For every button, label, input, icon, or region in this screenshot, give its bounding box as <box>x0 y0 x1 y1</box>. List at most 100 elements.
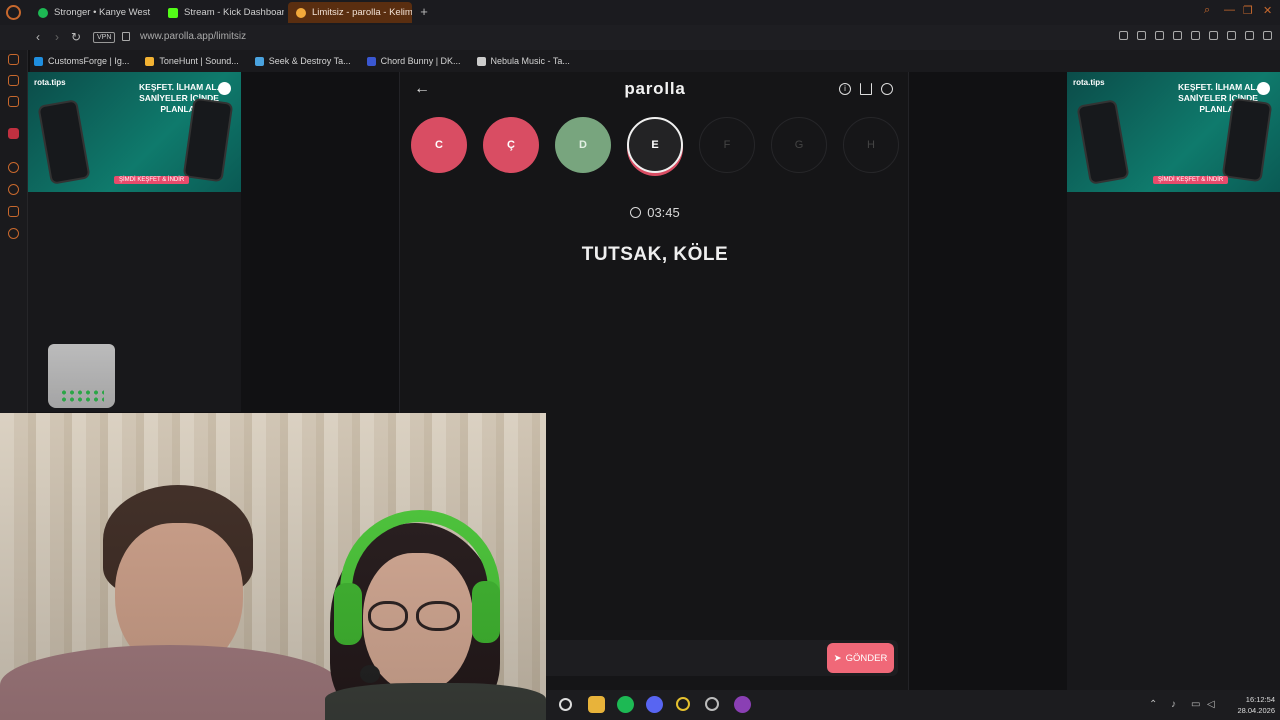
bookmark-icon <box>145 56 155 66</box>
letter-c-cedilla: Ç <box>483 117 539 173</box>
file-explorer-icon[interactable] <box>588 696 605 713</box>
system-clock[interactable]: 16:12:54 28.04.2026 <box>1227 694 1275 716</box>
url-domain: www.parolla.app <box>140 31 214 42</box>
tab-kick[interactable]: Stream - Kick Dashboard <box>160 2 284 23</box>
app-logo: parolla <box>624 79 686 98</box>
extensions-icon[interactable] <box>1227 31 1236 40</box>
stats-icon[interactable] <box>860 83 872 95</box>
search-icon[interactable] <box>559 698 572 711</box>
url-field[interactable]: www.parolla.app/limitsiz <box>140 31 246 42</box>
settings-icon[interactable] <box>8 228 19 239</box>
bookmark-label: ToneHunt | Sound... <box>159 56 239 66</box>
vpn-badge[interactable]: VPN <box>93 32 116 43</box>
send-icon: ➤ <box>833 652 842 664</box>
bookmark-customsforge[interactable]: CustomsForge | Ig... <box>34 56 137 66</box>
forward-icon[interactable]: › <box>55 30 59 44</box>
webcam-shade <box>0 413 546 720</box>
opera-logo-icon[interactable] <box>6 5 21 20</box>
new-tab-button[interactable]: + <box>417 5 431 19</box>
bookmark-icon <box>366 56 376 66</box>
url-path: /limitsiz <box>213 31 247 42</box>
ad-banner-left[interactable]: rota.tips KEŞFET. İLHAM AL. SANİYELER İÇ… <box>28 72 241 192</box>
clock-icon <box>630 207 642 218</box>
back-icon[interactable]: ‹ <box>36 30 40 44</box>
parolla-icon <box>296 7 306 18</box>
bookmark-tonehunt[interactable]: ToneHunt | Sound... <box>145 56 246 66</box>
tab-parolla[interactable]: Limitsiz - parolla - Kelime <box>288 2 412 23</box>
tab-spotify[interactable]: Stronger • Kanye West <box>30 2 156 23</box>
lock-icon[interactable] <box>122 32 130 41</box>
phone-image <box>1076 99 1130 185</box>
tray-chevron-icon[interactable]: ⌃ <box>1149 699 1157 710</box>
translate-icon[interactable] <box>1173 31 1182 40</box>
workspace-icon[interactable] <box>8 54 19 65</box>
letter-wheel: C Ç D E F G H <box>411 117 901 177</box>
letter-g: G <box>771 117 827 173</box>
maximize-icon[interactable]: ❐ <box>1243 4 1253 17</box>
discord-icon[interactable] <box>646 696 663 713</box>
app-icon[interactable] <box>8 128 19 139</box>
network-icon[interactable]: ▭ <box>1191 699 1200 710</box>
bookmark-label: Nebula Music - Ta... <box>490 56 570 66</box>
ad-cta: ŞİMDİ KEŞFET & İNDİR <box>114 176 190 184</box>
bookmark-seek-destroy[interactable]: Seek & Destroy Ta... <box>254 56 359 66</box>
ad-cta: ŞİMDİ KEŞFET & İNDİR <box>1153 176 1229 184</box>
tab-label: Stream - Kick Dashboard <box>184 7 284 18</box>
bookmark-label: CustomsForge | Ig... <box>48 56 130 66</box>
opera-gx-icon[interactable] <box>676 697 690 711</box>
bookmark-icon <box>34 56 43 66</box>
kick-icon <box>168 7 178 18</box>
clock-time: 16:12:54 <box>1245 695 1275 704</box>
toolbar-icons <box>1119 31 1272 40</box>
microphone-icon[interactable]: ♪ <box>1171 699 1176 710</box>
pinboard-icon[interactable] <box>8 206 19 217</box>
ad-banner-right[interactable]: rota.tips KEŞFET. İLHAM AL. SANİYELER İÇ… <box>1067 72 1280 192</box>
menu-icon[interactable] <box>1263 31 1272 40</box>
bookmark-label: Chord Bunny | DK... <box>380 56 461 66</box>
timer-value: 03:45 <box>647 205 680 220</box>
timer: 03:45 <box>400 205 910 220</box>
ad-brand: rota.tips <box>1073 78 1105 87</box>
history-icon[interactable] <box>8 184 19 195</box>
phone-image <box>37 99 91 185</box>
browser-tab-strip: Stronger • Kanye West Stream - Kick Dash… <box>0 0 1280 25</box>
volume-icon[interactable]: ◁ <box>1207 699 1215 710</box>
clue-text: TUTSAK, KÖLE <box>581 244 729 265</box>
snapshot-icon[interactable] <box>1137 31 1146 40</box>
send-button[interactable]: ➤ GÖNDER <box>827 643 894 673</box>
info-icon[interactable]: i <box>839 83 851 95</box>
tab-label: Stronger • Kanye West <box>54 7 151 18</box>
letter-f: F <box>699 117 755 173</box>
minimize-icon[interactable]: — <box>1224 4 1235 16</box>
clover-jar-image <box>48 344 115 408</box>
clovers <box>60 389 104 403</box>
close-icon[interactable]: ✕ <box>1263 4 1272 17</box>
bookmark-icon <box>254 56 264 66</box>
account-icon[interactable] <box>881 83 893 95</box>
taskbar: ⌃ ♪ ▭ ◁ 16:12:54 28.04.2026 <box>546 690 1280 720</box>
tab-label: Limitsiz - parolla - Kelime <box>312 7 412 18</box>
letter-e: E <box>627 117 683 173</box>
spotify-icon <box>38 7 48 18</box>
search-tabs-icon[interactable]: ⌕ <box>1204 4 1210 17</box>
clock-date: 28.04.2026 <box>1237 706 1275 715</box>
messenger-icon[interactable] <box>8 75 19 86</box>
letter-d: D <box>555 117 611 173</box>
heart-icon[interactable] <box>1209 31 1218 40</box>
profile-icon[interactable] <box>1245 31 1254 40</box>
shield-icon[interactable] <box>1155 31 1164 40</box>
ad-dot <box>218 82 231 95</box>
bookmark-nebula[interactable]: Nebula Music - Ta... <box>476 56 578 66</box>
player-icon[interactable] <box>8 162 19 173</box>
letter-h: H <box>843 117 899 173</box>
obs-icon[interactable] <box>705 697 719 711</box>
bookmark-chord-bunny[interactable]: Chord Bunny | DK... <box>366 56 469 66</box>
spotify-icon[interactable] <box>617 696 634 713</box>
bookmarks-bar: CustomsForge | Ig... ToneHunt | Sound...… <box>30 50 1280 72</box>
mail-icon[interactable] <box>8 96 19 107</box>
reload-icon[interactable]: ↻ <box>71 30 81 44</box>
app-icon[interactable] <box>734 696 751 713</box>
player-icon[interactable] <box>1191 31 1200 40</box>
pin-icon[interactable] <box>1119 31 1128 40</box>
send-label: GÖNDER <box>845 652 888 664</box>
